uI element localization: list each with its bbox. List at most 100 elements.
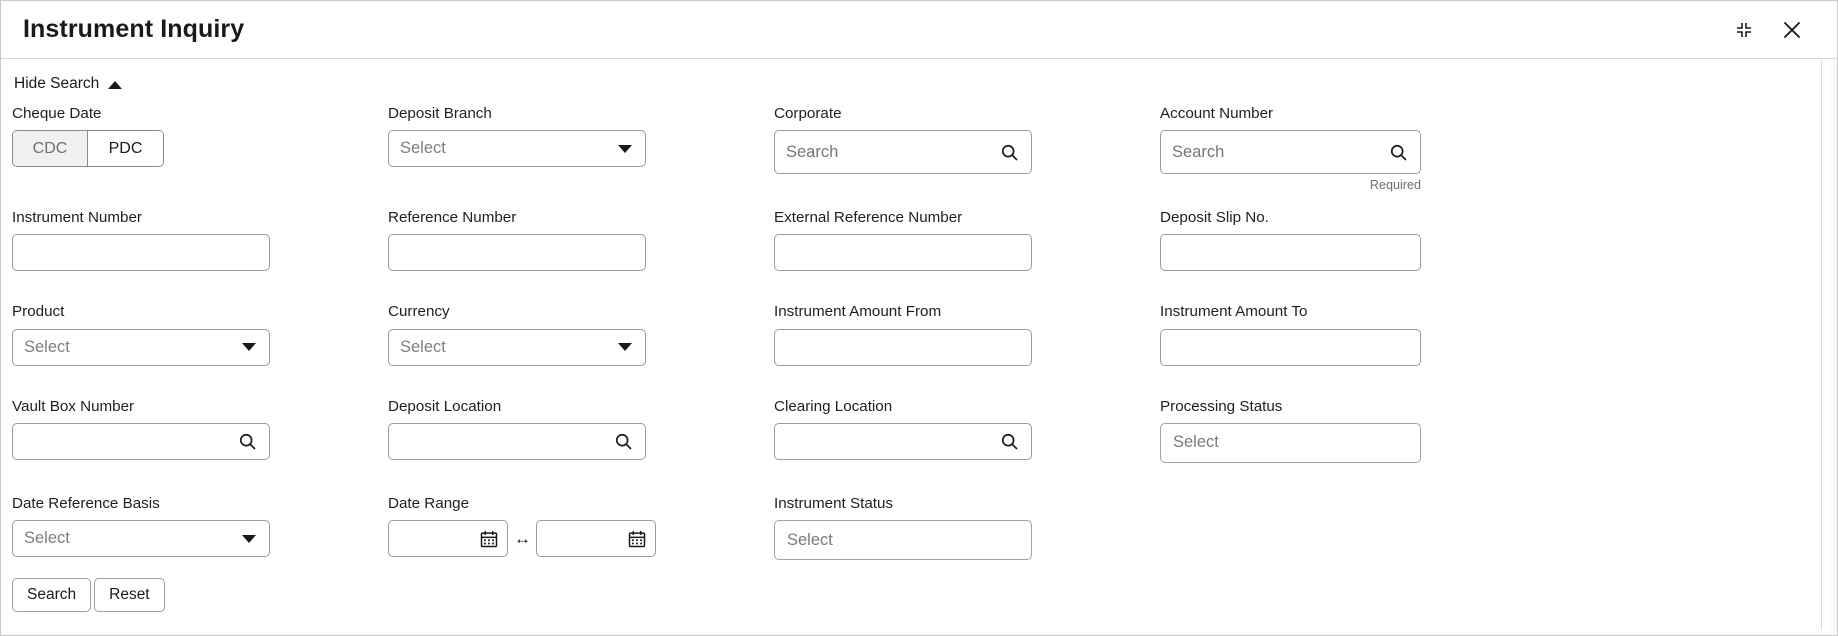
corporate-search-input[interactable]: Search — [774, 130, 1032, 174]
page-title: Instrument Inquiry — [23, 17, 244, 42]
window-titlebar: Instrument Inquiry — [1, 1, 1837, 59]
field-instrument-amount-to: Instrument Amount To — [1160, 304, 1546, 365]
row-spacer-3 — [2, 366, 1821, 399]
deposit-location-input[interactable] — [388, 423, 646, 460]
field-instrument-amount-from: Instrument Amount From — [774, 304, 1160, 365]
field-deposit-slip-no: Deposit Slip No. — [1160, 210, 1546, 271]
search-icon[interactable] — [1388, 142, 1409, 163]
label-instrument-amount-to: Instrument Amount To — [1160, 304, 1546, 319]
label-vault-box-number: Vault Box Number — [12, 399, 388, 414]
date-range-from-input[interactable] — [388, 520, 508, 557]
calendar-icon[interactable] — [627, 529, 647, 549]
label-deposit-location: Deposit Location — [388, 399, 774, 414]
row-spacer-1 — [2, 192, 1821, 210]
field-reference-number: Reference Number — [388, 210, 774, 271]
deposit-branch-select[interactable]: Select — [388, 130, 646, 167]
field-processing-status: Processing Status Select — [1160, 399, 1546, 463]
collapse-corners-icon[interactable] — [1731, 17, 1757, 43]
field-instrument-status: Instrument Status Select — [774, 496, 1160, 560]
field-date-range: Date Range — [388, 496, 774, 560]
currency-placeholder: Select — [400, 338, 446, 357]
instrument-amount-to-input[interactable] — [1160, 329, 1421, 366]
reset-button[interactable]: Reset — [94, 578, 165, 612]
instrument-inquiry-window: Instrument Inquiry — [0, 0, 1838, 636]
external-reference-number-input[interactable] — [774, 234, 1032, 271]
search-icon[interactable] — [237, 431, 258, 452]
caret-up-icon — [108, 81, 122, 89]
row-spacer-2 — [2, 271, 1821, 304]
label-clearing-location: Clearing Location — [774, 399, 1160, 414]
instrument-status-multiselect[interactable]: Select — [774, 520, 1032, 560]
field-instrument-number: Instrument Number — [2, 210, 388, 271]
field-product: Product Select — [2, 304, 388, 365]
label-deposit-slip-no: Deposit Slip No. — [1160, 210, 1546, 225]
account-number-search-input[interactable]: Search — [1160, 130, 1421, 174]
label-external-reference-number: External Reference Number — [774, 210, 1160, 225]
date-range-group: ↔ — [388, 520, 774, 557]
field-row-3: Product Select Currency Select — [2, 304, 1782, 365]
hide-search-label: Hide Search — [14, 75, 99, 93]
deposit-branch-placeholder: Select — [400, 139, 446, 158]
label-date-reference-basis: Date Reference Basis — [12, 496, 388, 511]
field-row-5: Date Reference Basis Select Date Range — [2, 496, 1782, 560]
instrument-status-placeholder: Select — [787, 531, 833, 550]
deposit-slip-no-input[interactable] — [1160, 234, 1421, 271]
hide-search-toggle[interactable]: Hide Search — [2, 60, 122, 94]
field-external-reference-number: External Reference Number — [774, 210, 1160, 271]
label-instrument-number: Instrument Number — [12, 210, 388, 225]
date-reference-basis-select[interactable]: Select — [12, 520, 270, 557]
currency-select[interactable]: Select — [388, 329, 646, 366]
field-corporate: Corporate Search — [774, 106, 1160, 192]
clearing-location-input[interactable] — [774, 423, 1032, 460]
product-select[interactable]: Select — [12, 329, 270, 366]
search-panel: Hide Search Cheque Date CDC PDC Deposit … — [2, 60, 1822, 630]
search-icon[interactable] — [999, 431, 1020, 452]
label-deposit-branch: Deposit Branch — [388, 106, 774, 121]
instrument-number-input[interactable] — [12, 234, 270, 271]
label-currency: Currency — [388, 304, 774, 319]
vault-box-number-input[interactable] — [12, 423, 270, 460]
field-cheque-date: Cheque Date CDC PDC — [2, 106, 388, 192]
search-icon[interactable] — [999, 142, 1020, 163]
cheque-date-toggle[interactable]: CDC PDC — [12, 130, 164, 167]
field-deposit-branch: Deposit Branch Select — [388, 106, 774, 192]
chevron-down-icon — [242, 343, 256, 351]
field-currency: Currency Select — [388, 304, 774, 365]
label-date-range: Date Range — [388, 496, 774, 511]
range-separator-icon: ↔ — [514, 530, 530, 547]
titlebar-actions — [1731, 17, 1819, 43]
action-buttons: Search Reset — [2, 560, 1821, 612]
label-processing-status: Processing Status — [1160, 399, 1546, 414]
field-account-number: Account Number Search Required — [1160, 106, 1546, 192]
label-instrument-status: Instrument Status — [774, 496, 1160, 511]
search-button[interactable]: Search — [12, 578, 91, 612]
reference-number-input[interactable] — [388, 234, 646, 271]
toggle-option-pdc[interactable]: PDC — [88, 131, 163, 166]
account-number-placeholder: Search — [1172, 143, 1224, 162]
chevron-down-icon — [242, 535, 256, 543]
label-corporate: Corporate — [774, 106, 1160, 121]
close-icon[interactable] — [1779, 17, 1805, 43]
processing-status-placeholder: Select — [1173, 433, 1219, 452]
date-range-to-input[interactable] — [536, 520, 656, 557]
corporate-placeholder: Search — [786, 143, 838, 162]
vertical-scrollbar[interactable] — [1831, 59, 1837, 635]
field-row-1: Cheque Date CDC PDC Deposit Branch Selec… — [2, 106, 1782, 192]
processing-status-multiselect[interactable]: Select — [1160, 423, 1421, 463]
toggle-option-cdc[interactable]: CDC — [13, 131, 88, 166]
field-vault-box-number: Vault Box Number — [2, 399, 388, 463]
field-deposit-location: Deposit Location — [388, 399, 774, 463]
field-row-4: Vault Box Number Deposit Location — [2, 399, 1782, 463]
search-fields-grid: Cheque Date CDC PDC Deposit Branch Selec… — [2, 94, 1821, 612]
chevron-down-icon — [618, 145, 632, 153]
panel-wrapper: Hide Search Cheque Date CDC PDC Deposit … — [1, 59, 1837, 635]
search-icon[interactable] — [613, 431, 634, 452]
field-row5-empty — [1160, 496, 1546, 560]
field-date-reference-basis: Date Reference Basis Select — [2, 496, 388, 560]
calendar-icon[interactable] — [479, 529, 499, 549]
field-row-2: Instrument Number Reference Number Exter… — [2, 210, 1782, 271]
date-reference-basis-placeholder: Select — [24, 529, 70, 548]
chevron-down-icon — [618, 343, 632, 351]
instrument-amount-from-input[interactable] — [774, 329, 1032, 366]
row-spacer-4 — [2, 463, 1821, 496]
